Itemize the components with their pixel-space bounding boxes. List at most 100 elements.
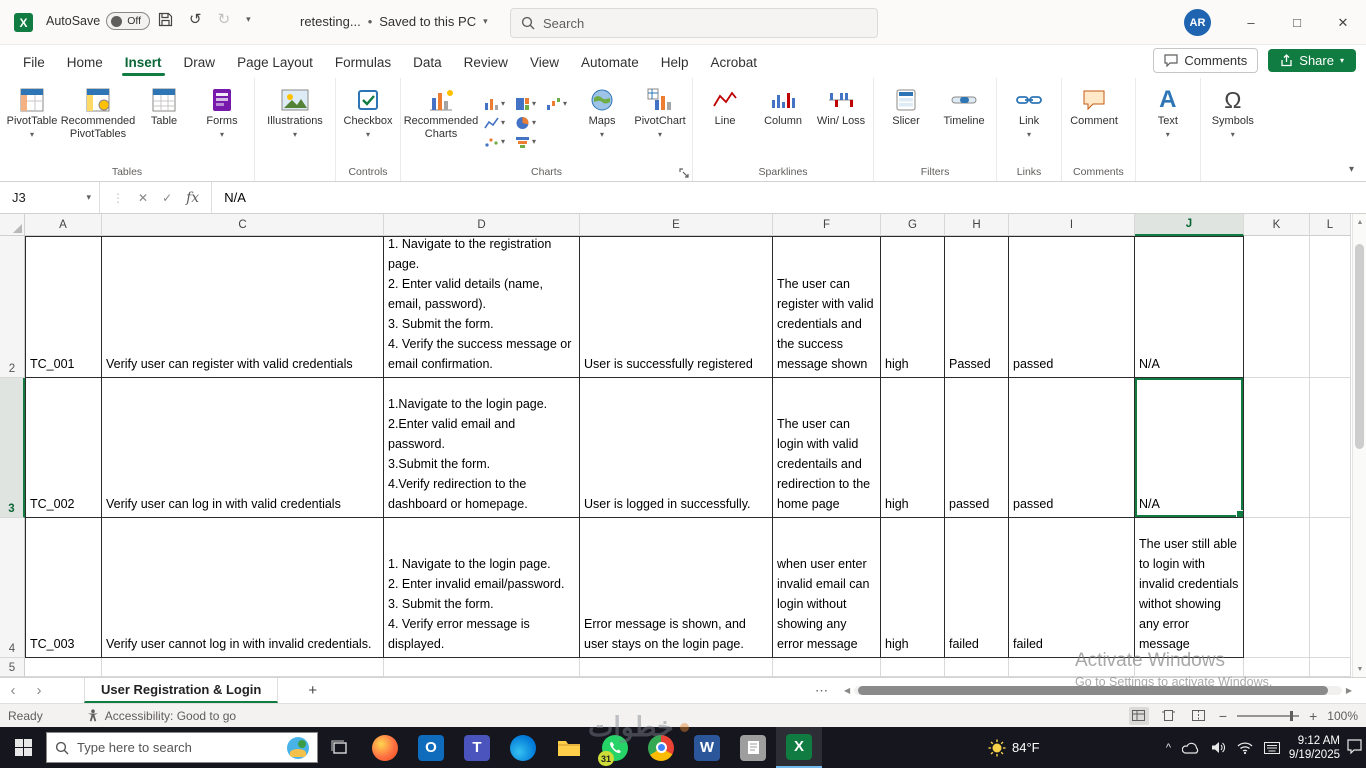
cell-C3[interactable]: Verify user can log in with valid creden… xyxy=(102,378,384,518)
pivottable-button[interactable]: PivotTable ▾ xyxy=(3,80,61,165)
maps-button[interactable]: Maps ▾ xyxy=(573,80,631,165)
sheet-nav-right-icon[interactable]: › xyxy=(26,682,52,699)
comment-button[interactable]: Comment xyxy=(1065,80,1123,165)
wifi-icon[interactable] xyxy=(1237,741,1253,754)
hscroll-right-icon[interactable]: ▶ xyxy=(1346,686,1352,695)
cell-L4[interactable] xyxy=(1310,518,1351,658)
col-header-A[interactable]: A xyxy=(25,214,102,236)
cell-J4[interactable]: The user still able to login with invali… xyxy=(1135,518,1244,658)
timeline-button[interactable]: Timeline xyxy=(935,80,993,165)
checkbox-button[interactable]: Checkbox ▾ xyxy=(339,80,397,165)
cell-A3[interactable]: TC_002 xyxy=(25,378,102,518)
cell-G4[interactable]: high xyxy=(881,518,945,658)
cell-G5[interactable] xyxy=(881,658,945,677)
cell-D5[interactable] xyxy=(384,658,580,677)
cell-E4[interactable]: Error message is shown, and user stays o… xyxy=(580,518,773,658)
tab-page-layout[interactable]: Page Layout xyxy=(226,49,324,78)
cell-F5[interactable] xyxy=(773,658,881,677)
new-sheet-button[interactable]: + xyxy=(308,682,317,699)
onedrive-cloud-icon[interactable] xyxy=(1182,742,1200,754)
cell-L3[interactable] xyxy=(1310,378,1351,518)
select-all-corner[interactable] xyxy=(0,214,25,236)
cell-D3[interactable]: 1.Navigate to the login page. 2.Enter va… xyxy=(384,378,580,518)
collapse-ribbon-icon[interactable]: ▾ xyxy=(1349,164,1354,175)
horizontal-scrollbar[interactable]: ◀ ▶ xyxy=(844,683,1352,697)
cell-E2[interactable]: User is successfully registered xyxy=(580,236,773,378)
hscroll-left-icon[interactable]: ◀ xyxy=(844,686,850,695)
undo-button[interactable]: ↺ xyxy=(189,10,202,28)
maximize-button[interactable]: □ xyxy=(1274,0,1320,45)
recommended-charts-button[interactable]: Recommended Charts xyxy=(404,80,478,165)
illustrations-button[interactable]: Illustrations ▾ xyxy=(258,80,332,177)
sparkline-column-button[interactable]: Column xyxy=(754,80,812,165)
cell-I5[interactable] xyxy=(1009,658,1135,677)
row-header-2[interactable]: 2 xyxy=(0,236,25,378)
horizontal-scroll-thumb[interactable] xyxy=(858,685,1328,695)
share-button[interactable]: Share ▾ xyxy=(1268,49,1356,72)
vertical-scrollbar[interactable]: ▲ ▼ xyxy=(1352,214,1366,677)
tab-file[interactable]: File xyxy=(12,49,56,78)
cell-K5[interactable] xyxy=(1244,658,1310,677)
taskbar-app-firefox[interactable] xyxy=(362,727,408,768)
taskbar-app-edge[interactable] xyxy=(500,727,546,768)
tab-help[interactable]: Help xyxy=(650,49,700,78)
cell-K4[interactable] xyxy=(1244,518,1310,658)
tab-review[interactable]: Review xyxy=(453,49,519,78)
zoom-slider-thumb[interactable] xyxy=(1290,710,1294,721)
tab-view[interactable]: View xyxy=(519,49,570,78)
language-keyboard-icon[interactable] xyxy=(1264,741,1280,754)
row-header-5[interactable]: 5 xyxy=(0,658,25,677)
cell-J2[interactable]: N/A xyxy=(1135,236,1244,378)
cell-I2[interactable]: passed xyxy=(1009,236,1135,378)
taskbar-clock[interactable]: 9:12 AM 9/19/2025 xyxy=(1289,734,1340,762)
tray-expand-icon[interactable]: ^ xyxy=(1166,742,1171,754)
tab-insert[interactable]: Insert xyxy=(114,49,173,78)
tab-formulas[interactable]: Formulas xyxy=(324,49,402,78)
cell-G2[interactable]: high xyxy=(881,236,945,378)
taskbar-app-word[interactable]: W xyxy=(684,727,730,768)
cancel-entry-button[interactable]: ✕ xyxy=(138,191,148,205)
close-button[interactable]: ✕ xyxy=(1320,0,1366,45)
page-break-view-button[interactable] xyxy=(1189,707,1209,725)
sheet-options-icon[interactable]: ⋯ xyxy=(815,683,828,699)
table-button[interactable]: Table xyxy=(135,80,193,165)
tab-data[interactable]: Data xyxy=(402,49,453,78)
cell-A4[interactable]: TC_003 xyxy=(25,518,102,658)
name-box[interactable]: J3 ▾ xyxy=(0,182,100,213)
scroll-up-icon[interactable]: ▲ xyxy=(1353,214,1366,230)
taskbar-app-whatsapp[interactable]: 31 xyxy=(592,727,638,768)
column-chart-button[interactable]: ▾ xyxy=(482,96,507,112)
cell-K3[interactable] xyxy=(1244,378,1310,518)
scatter-chart-button[interactable]: ▾ xyxy=(482,134,507,150)
cell-C2[interactable]: Verify user can register with valid cred… xyxy=(102,236,384,378)
cell-A2[interactable]: TC_001 xyxy=(25,236,102,378)
link-button[interactable]: Link ▾ xyxy=(1000,80,1058,165)
waterfall-chart-button[interactable]: ▾ xyxy=(544,96,569,112)
cell-J3-selected[interactable]: N/A xyxy=(1135,378,1244,518)
search-input[interactable]: Search xyxy=(510,8,878,38)
taskbar-app-outlook[interactable]: O xyxy=(408,727,454,768)
sheet-nav-left-icon[interactable]: ‹ xyxy=(0,682,26,699)
col-header-E[interactable]: E xyxy=(580,214,773,236)
cell-C5[interactable] xyxy=(102,658,384,677)
sheet-tab-active[interactable]: User Registration & Login xyxy=(84,678,279,703)
page-layout-view-button[interactable] xyxy=(1159,707,1179,725)
confirm-entry-button[interactable]: ✓ xyxy=(162,191,172,205)
cell-H2[interactable]: Passed xyxy=(945,236,1009,378)
cell-K2[interactable] xyxy=(1244,236,1310,378)
col-header-D[interactable]: D xyxy=(384,214,580,236)
row-header-3[interactable]: 3 xyxy=(0,378,25,518)
cell-H4[interactable]: failed xyxy=(945,518,1009,658)
action-center-icon[interactable] xyxy=(1347,739,1362,754)
zoom-slider[interactable] xyxy=(1237,710,1300,721)
line-chart-button[interactable]: ▾ xyxy=(482,115,507,131)
tab-automate[interactable]: Automate xyxy=(570,49,650,78)
charts-dialog-launcher-icon[interactable] xyxy=(679,168,689,178)
cell-L5[interactable] xyxy=(1310,658,1351,677)
zoom-in-button[interactable]: + xyxy=(1309,708,1317,724)
col-header-K[interactable]: K xyxy=(1244,214,1310,236)
comments-button[interactable]: Comments xyxy=(1153,48,1259,73)
taskbar-app-teams[interactable]: T xyxy=(454,727,500,768)
taskbar-app-chrome[interactable] xyxy=(638,727,684,768)
cell-A5[interactable] xyxy=(25,658,102,677)
